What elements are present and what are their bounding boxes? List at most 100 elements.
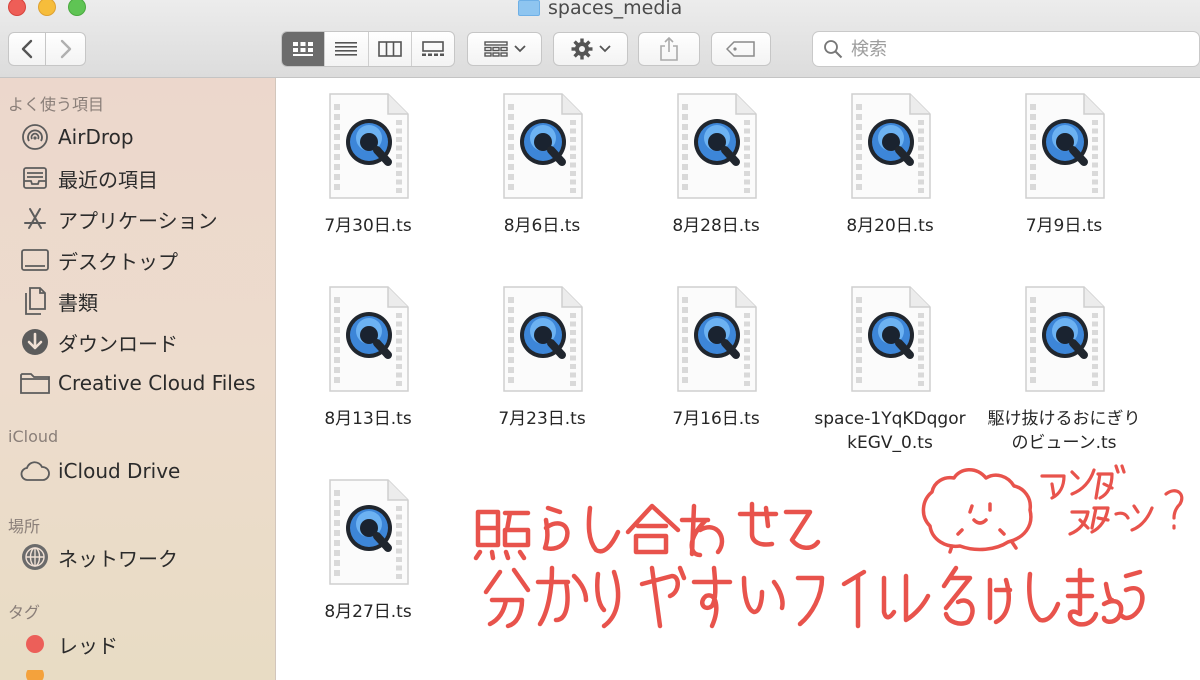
list-icon [335, 42, 358, 56]
group-by-button[interactable] [467, 32, 542, 66]
group-icon [483, 41, 508, 57]
file-name: 8月27日.ts [324, 602, 412, 622]
file-item[interactable]: 8月27日.ts [278, 478, 458, 658]
file-name: 8月20日.ts [846, 216, 934, 236]
sidebar-item-applications[interactable]: アプリケーション [20, 204, 218, 234]
sidebar-item-network[interactable]: ネットワーク [20, 542, 178, 572]
sidebar-item-downloads[interactable]: ダウンロード [20, 327, 178, 357]
sidebar-item-label: レッド [58, 633, 118, 658]
doodle-creature [921, 468, 1033, 554]
sidebar-item-label: 最近の項目 [58, 167, 158, 192]
forward-button[interactable] [46, 32, 86, 66]
file-name: 7月9日.ts [1025, 216, 1103, 236]
chevron-down-icon [598, 45, 611, 53]
sidebar-item-label: ダウンロード [58, 331, 178, 356]
quicktime-movie-file-icon [851, 286, 931, 392]
applications-icon [20, 204, 50, 234]
file-item[interactable]: 7月9日.ts [974, 92, 1154, 272]
sidebar-item-label: 書類 [58, 290, 98, 315]
action-menu-button[interactable] [553, 32, 628, 66]
file-item[interactable]: 8月28日.ts [626, 92, 806, 272]
folder-icon [518, 0, 540, 16]
sidebar-item-tag-red[interactable]: レッド [20, 629, 118, 659]
doodle-question [1040, 464, 1184, 536]
quicktime-movie-file-icon [851, 93, 931, 199]
minimize-window-button[interactable] [38, 0, 56, 16]
sidebar-item-creative-cloud-files[interactable]: Creative Cloud Files [20, 368, 256, 398]
quicktime-movie-file-icon [503, 93, 583, 199]
window-title-bar: spaces_media [518, 0, 682, 20]
file-item[interactable]: 駆け抜けるおにぎり のビューン.ts [974, 285, 1154, 465]
sidebar-item-label: アプリケーション [58, 208, 218, 233]
zoom-window-button[interactable] [68, 0, 86, 16]
quicktime-movie-file-icon [329, 286, 409, 392]
file-name: 7月16日.ts [672, 409, 760, 429]
favorites-section-header: よく使う項目 [8, 95, 105, 114]
orange-tag-dot-icon [20, 670, 50, 680]
list-view-button[interactable] [325, 32, 369, 66]
handwriting-line-1 [473, 501, 821, 561]
sidebar-item-desktop[interactable]: デスクトップ [20, 245, 178, 275]
file-item[interactable]: 7月30日.ts [278, 92, 458, 272]
file-name-line-2: のビューン.ts [1011, 433, 1117, 453]
file-name: 7月30日.ts [324, 216, 412, 236]
gallery-icon [421, 41, 444, 56]
sidebar-item-label: AirDrop [58, 125, 134, 149]
tag-icon [726, 41, 755, 57]
sidebar-item-documents[interactable]: 書類 [20, 286, 98, 316]
back-button[interactable] [8, 32, 46, 66]
quicktime-movie-file-icon [503, 286, 583, 392]
documents-icon [20, 286, 50, 316]
column-view-button[interactable] [369, 32, 412, 66]
search-icon [824, 40, 843, 59]
chevron-left-icon [21, 39, 33, 59]
file-item[interactable]: 7月16日.ts [626, 285, 806, 465]
file-item[interactable]: 8月20日.ts [800, 92, 980, 272]
search-field[interactable] [812, 31, 1200, 67]
quicktime-movie-file-icon [329, 93, 409, 199]
cloud-icon [20, 456, 50, 486]
sidebar-item-icloud-drive[interactable]: iCloud Drive [20, 456, 180, 486]
file-name: space-1YqKDqgor [814, 409, 966, 429]
quicktime-movie-file-icon [677, 286, 757, 392]
sidebar-item-recents[interactable]: 最近の項目 [20, 163, 158, 193]
columns-icon [377, 41, 402, 57]
file-name: 駆け抜けるおにぎり [987, 409, 1141, 429]
quicktime-movie-file-icon [1025, 93, 1105, 199]
file-name-line-2: kEGV_0.ts [847, 433, 933, 453]
chevron-down-icon [513, 45, 526, 53]
quicktime-movie-file-icon [677, 93, 757, 199]
file-item[interactable]: space-1YqKDqgor kEGV_0.ts [800, 285, 980, 465]
icon-grid-icon [293, 42, 314, 56]
desktop-icon [20, 245, 50, 275]
sidebar-item-tag-orange[interactable] [20, 670, 50, 680]
gallery-view-button[interactable] [412, 32, 454, 66]
file-name: 7月23日.ts [498, 409, 586, 429]
folder-icon [20, 368, 50, 398]
airdrop-icon [20, 122, 50, 152]
search-input[interactable] [851, 38, 1151, 60]
edit-tags-button[interactable] [711, 32, 771, 66]
sidebar-item-airdrop[interactable]: AirDrop [20, 122, 134, 152]
sidebar: よく使う項目 AirDrop 最近の項目 アプリケーション デスクトップ 書類 [0, 78, 276, 680]
recents-icon [20, 163, 50, 193]
network-icon [20, 542, 50, 572]
sidebar-item-label: ネットワーク [58, 546, 178, 571]
tags-section-header: タグ [8, 603, 41, 622]
file-item[interactable]: 8月13日.ts [278, 285, 458, 465]
close-window-button[interactable] [8, 0, 26, 16]
share-icon [660, 37, 678, 61]
locations-section-header: 場所 [8, 517, 41, 536]
handwriting-line-2 [483, 565, 1145, 629]
downloads-icon [20, 327, 50, 357]
icon-view-button[interactable] [282, 32, 326, 66]
file-name: 8月28日.ts [672, 216, 760, 236]
file-name: 8月13日.ts [324, 409, 412, 429]
red-tag-dot-icon [20, 629, 50, 659]
view-mode-control [281, 31, 455, 67]
share-button[interactable] [638, 32, 700, 66]
file-item[interactable]: 7月23日.ts [452, 285, 632, 465]
chevron-right-icon [60, 39, 71, 59]
sidebar-item-label: Creative Cloud Files [58, 371, 256, 395]
file-item[interactable]: 8月6日.ts [452, 92, 632, 272]
